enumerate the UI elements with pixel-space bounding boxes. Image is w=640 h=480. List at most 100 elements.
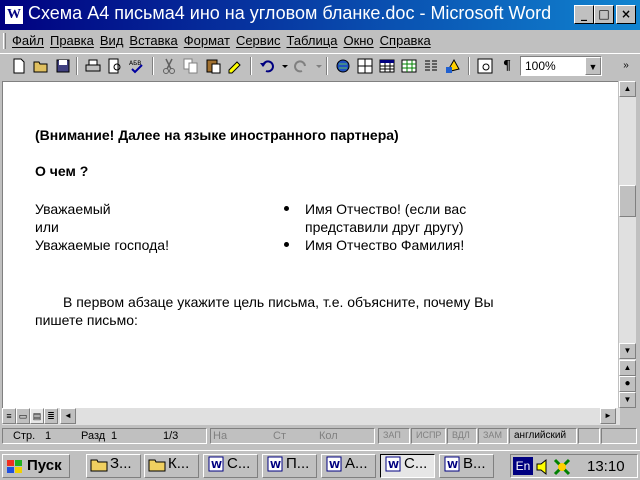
menu-grip[interactable] [3,33,6,49]
taskbar-button-label: З... [110,455,132,472]
clock[interactable]: 13:10 [587,458,625,475]
size-grip [620,408,636,425]
status-bar: Стр. 1 Разд 1 1/3 На Ст Кол ЗАП ИСПР ВДЛ… [0,426,640,446]
scroll-down-icon[interactable]: ▼ [619,343,636,359]
status-line: Ст [273,430,286,442]
menu-edit[interactable]: Правка [50,33,94,48]
taskbar-button-label: В... [463,455,486,472]
menu-insert[interactable]: Вставка [129,33,177,48]
scheduler-icon[interactable] [553,458,571,476]
status-spelling-icon[interactable] [578,428,600,444]
taskbar-button[interactable]: W С... [203,454,258,478]
document-map-icon[interactable] [476,57,494,75]
chevron-down-icon[interactable]: ▼ [585,57,601,75]
normal-view-icon[interactable]: ≡ [2,408,16,424]
maximize-button[interactable]: □ [594,5,614,24]
taskbar-button[interactable]: W В... [439,454,494,478]
scroll-thumb[interactable] [619,185,636,217]
taskbar-button-active[interactable]: W С... [380,454,435,478]
browse-object-icon[interactable]: ● [619,376,636,392]
language-indicator[interactable]: En [513,457,533,475]
status-section-value: 1 [111,430,118,442]
volume-icon[interactable] [535,458,551,476]
doc-question: О чем ? [35,163,89,179]
menu-format[interactable]: Формат [184,33,230,48]
status-col: Кол [319,430,338,442]
cut-icon[interactable] [160,57,178,75]
taskbar-button[interactable]: З... [86,454,141,478]
drawing-icon[interactable] [444,57,462,75]
scroll-up-icon[interactable]: ▲ [619,81,636,97]
taskbar-button[interactable]: W П... [262,454,317,478]
redo-icon[interactable] [292,57,310,75]
horizontal-scrollbar[interactable]: ≡ ▭ ▤ ≣ ◄ ► [2,408,636,425]
start-label: Пуск [27,457,62,474]
doc-heading: (Внимание! Далее на языке иностранного п… [35,127,399,143]
close-button[interactable]: × [616,5,636,24]
menu-tools[interactable]: Сервис [236,33,281,48]
svg-text:W: W [447,460,458,471]
tables-borders-icon[interactable] [356,57,374,75]
doc-bullet-line: Имя Отчество Фамилия! [305,237,465,253]
menu-file[interactable]: Файл [12,33,44,48]
zoom-value: 100% [525,59,556,73]
menu-table[interactable]: Таблица [286,33,337,48]
status-trk[interactable]: ИСПР [411,428,446,444]
print-preview-icon[interactable] [106,57,124,75]
scroll-left-icon[interactable]: ◄ [60,408,76,424]
spelling-icon[interactable]: АБВ [128,57,146,75]
insert-excel-icon[interactable] [400,57,418,75]
zoom-select[interactable]: 100% ▼ [520,56,602,76]
next-page-icon[interactable]: ▼ [619,392,636,408]
status-rec[interactable]: ЗАП [378,428,410,444]
columns-icon[interactable] [422,57,440,75]
hyperlink-icon[interactable] [334,57,352,75]
save-icon[interactable] [54,57,72,75]
taskbar-button[interactable]: W А... [321,454,376,478]
doc-paragraph-line: В первом абзаце укажите цель письма, т.е… [63,294,494,310]
new-icon[interactable] [10,57,28,75]
minimize-button[interactable]: _ [574,5,594,24]
status-ovr[interactable]: ЗАМ [478,428,508,444]
status-language[interactable]: английский [509,428,577,444]
word-doc-icon: W [325,456,343,472]
bullet-icon [284,206,289,211]
web-layout-icon[interactable]: ▭ [16,408,30,424]
menu-window[interactable]: Окно [343,33,373,48]
taskbar-button-label: П... [286,455,310,472]
outline-view-icon[interactable]: ≣ [44,408,58,424]
undo-dropdown-icon[interactable] [276,57,288,75]
scroll-right-icon[interactable]: ► [600,408,616,424]
paste-icon[interactable] [204,57,222,75]
copy-icon[interactable] [182,57,200,75]
vertical-scrollbar[interactable]: ▲ ▼ ▲ ● ▼ [619,81,636,408]
show-formatting-icon[interactable]: ¶ [498,57,516,75]
taskbar-button[interactable]: К... [144,454,199,478]
folder-icon [90,456,108,472]
format-painter-icon[interactable] [226,57,244,75]
insert-table-icon[interactable] [378,57,396,75]
status-position[interactable]: На Ст Кол [210,428,375,444]
print-icon[interactable] [84,57,102,75]
menu-view[interactable]: Вид [100,33,124,48]
taskbar: Пуск З... К... W С... W П... W А... W С... W… [0,450,640,480]
svg-text:W: W [388,460,399,471]
document-page[interactable]: (Внимание! Далее на языке иностранного п… [2,81,618,408]
open-icon[interactable] [32,57,50,75]
word-app-icon[interactable]: W [4,5,24,25]
toolbar-more-icon[interactable]: » [618,57,634,75]
status-page-section[interactable]: Стр. 1 Разд 1 1/3 [2,428,207,444]
svg-text:W: W [329,460,340,471]
redo-dropdown-icon[interactable] [310,57,322,75]
prev-page-icon[interactable]: ▲ [619,360,636,376]
svg-text:W: W [211,460,222,471]
doc-left-line: или [35,219,59,235]
undo-icon[interactable] [258,57,276,75]
taskbar-button-label: С... [404,455,428,472]
status-ext[interactable]: ВДЛ [447,428,477,444]
print-layout-icon[interactable]: ▤ [30,408,44,424]
menu-help[interactable]: Справка [380,33,431,48]
word-doc-icon: W [207,456,225,472]
start-button[interactable]: Пуск [2,454,70,478]
windows-logo-icon [7,460,22,473]
